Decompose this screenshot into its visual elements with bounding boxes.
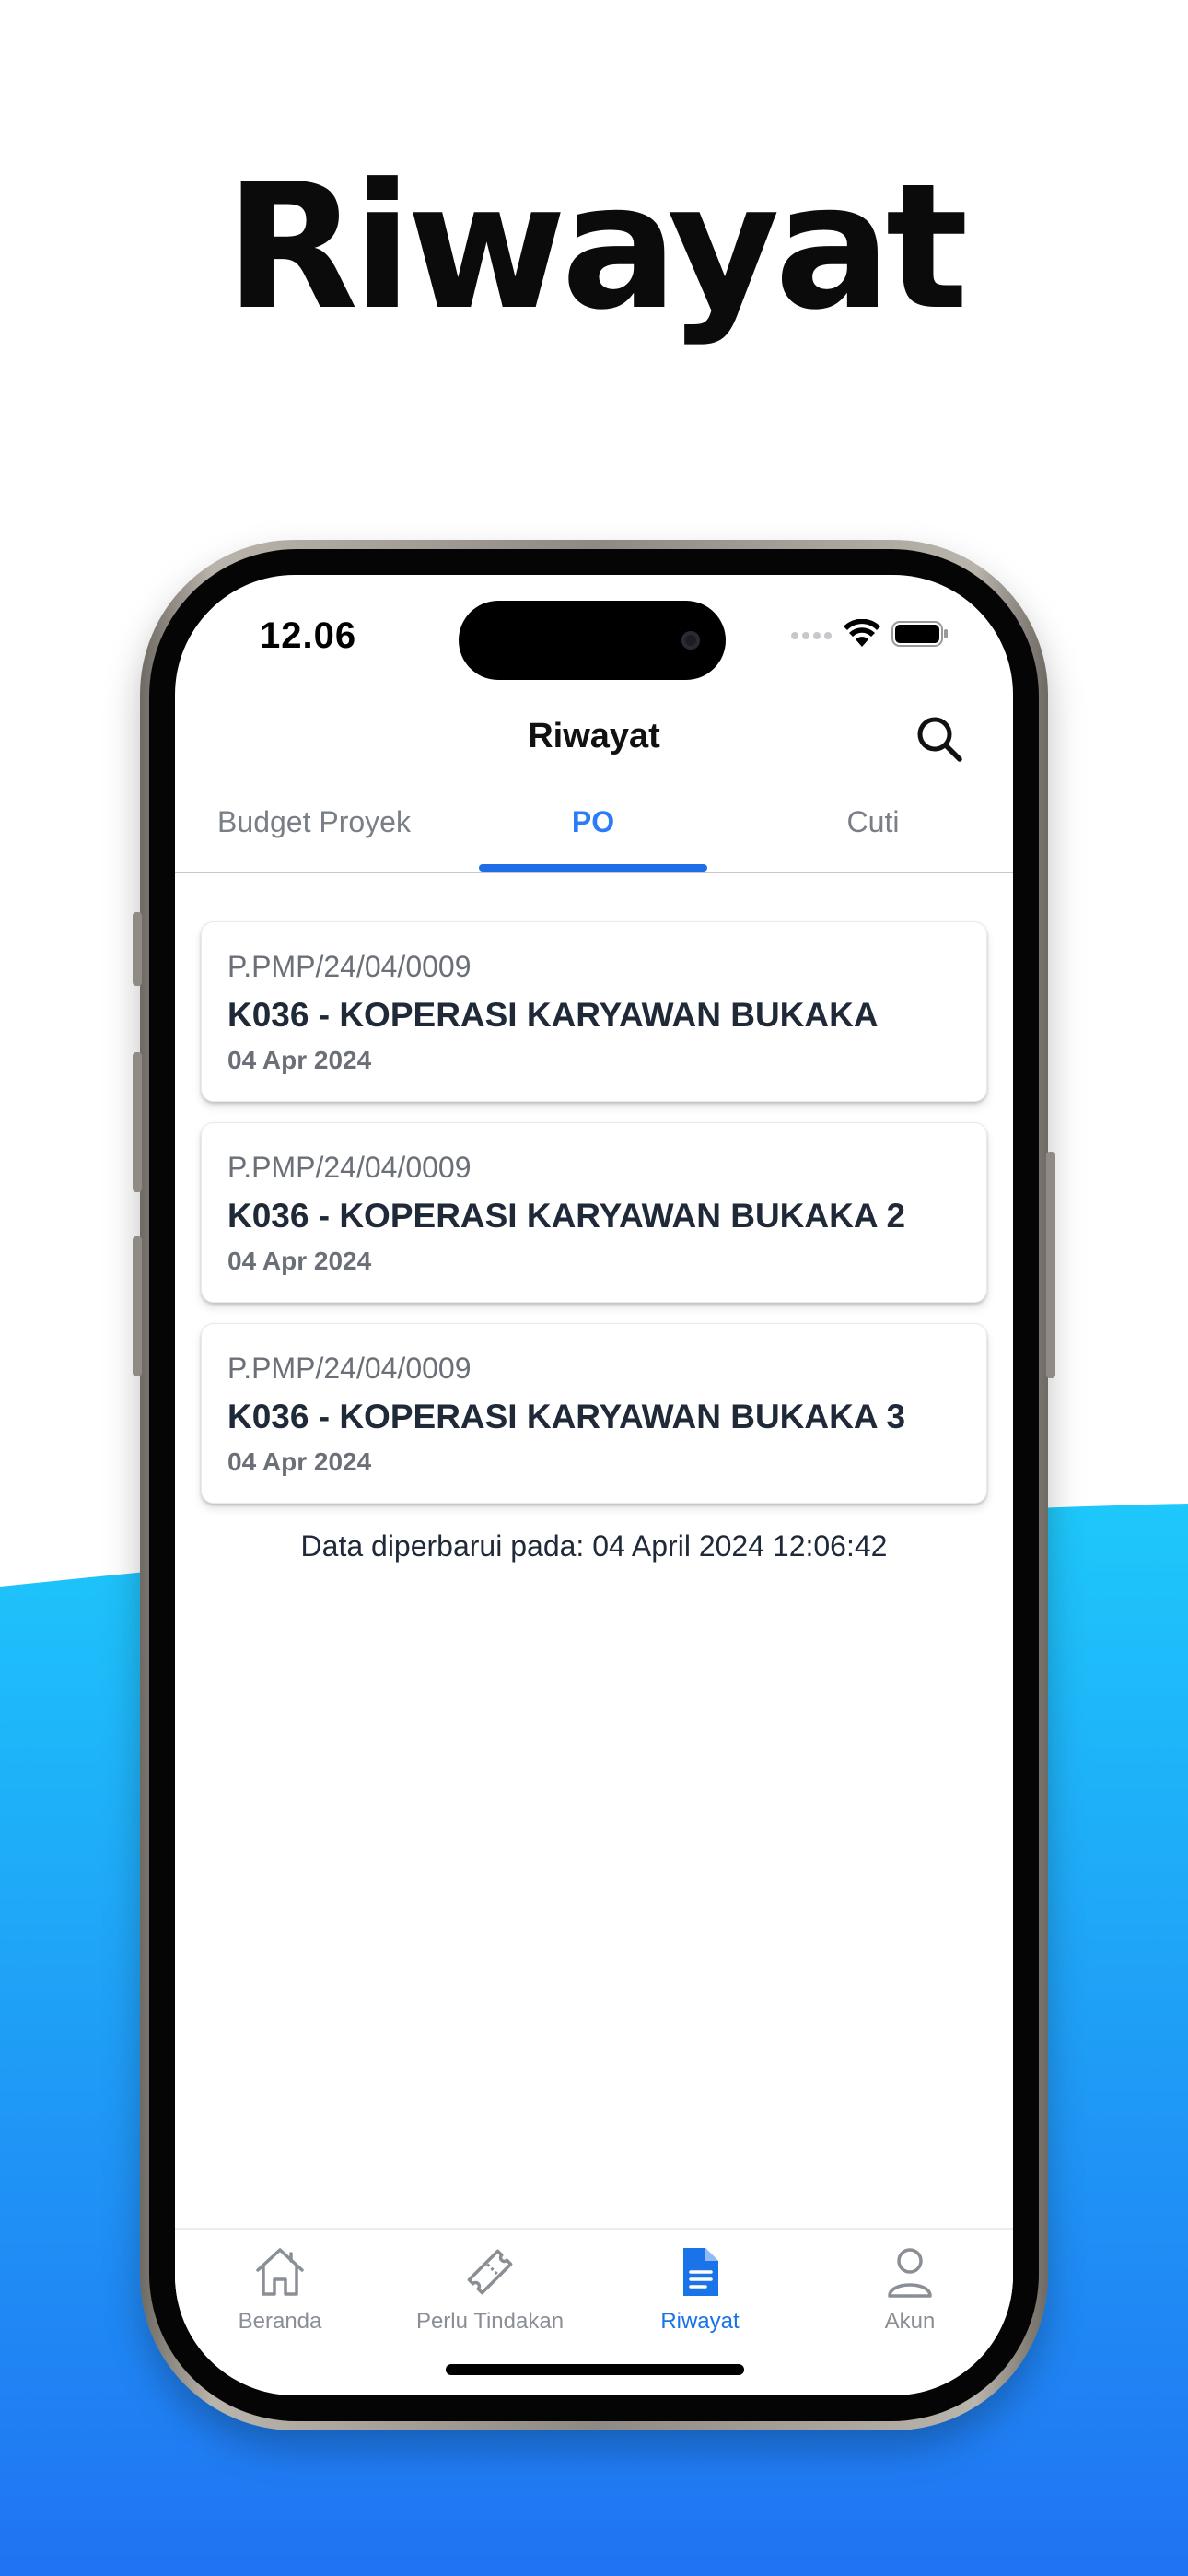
tab-po[interactable]: PO <box>453 794 733 872</box>
battery-icon <box>891 621 948 647</box>
po-date: 04 Apr 2024 <box>227 1247 372 1275</box>
search-button[interactable] <box>914 713 965 765</box>
hero-title: Riwayat <box>225 146 968 348</box>
document-icon <box>683 2248 718 2296</box>
tab-budget-proyek[interactable]: Budget Proyek <box>175 794 453 872</box>
list-item[interactable]: P.PMP/24/04/0009 K036 - KOPERASI KARYAWA… <box>201 1323 987 1504</box>
nav-label: Beranda <box>238 2309 322 2334</box>
nav-item-riwayat[interactable]: Riwayat <box>595 2242 805 2335</box>
nav-item-akun[interactable]: Akun <box>805 2242 1013 2335</box>
cellular-signal-icon <box>791 632 832 639</box>
nav-label: Akun <box>884 2309 936 2334</box>
tab-cuti[interactable]: Cuti <box>733 794 1013 872</box>
page: Riwayat 12.06 Riwayat Budget Proyek PO C… <box>0 0 1188 2576</box>
status-time: 12.06 <box>260 615 357 656</box>
po-code: P.PMP/24/04/0009 <box>227 1151 472 1184</box>
list-item[interactable]: P.PMP/24/04/0009 K036 - KOPERASI KARYAWA… <box>201 921 987 1102</box>
po-date: 04 Apr 2024 <box>227 1046 372 1074</box>
po-name: K036 - KOPERASI KARYAWAN BUKAKA 2 <box>227 1197 906 1235</box>
home-icon <box>256 2248 304 2296</box>
nav-label: Riwayat <box>660 2309 740 2334</box>
action-button <box>133 912 142 986</box>
po-name: K036 - KOPERASI KARYAWAN BUKAKA 3 <box>227 1398 906 1435</box>
ticket-icon <box>467 2249 513 2295</box>
last-updated-text: Data diperbarui pada: 04 April 2024 12:0… <box>300 1529 888 1563</box>
list-item[interactable]: P.PMP/24/04/0009 K036 - KOPERASI KARYAWA… <box>201 1122 987 1303</box>
po-code: P.PMP/24/04/0009 <box>227 1352 472 1385</box>
nav-item-beranda[interactable]: Beranda <box>175 2242 385 2335</box>
status-icons <box>790 619 949 649</box>
tab-bar: Budget Proyek PO Cuti <box>175 794 1013 873</box>
user-icon <box>888 2248 932 2298</box>
search-icon <box>917 717 962 762</box>
wifi-icon <box>844 619 880 647</box>
po-name: K036 - KOPERASI KARYAWAN BUKAKA <box>227 996 879 1034</box>
po-date: 04 Apr 2024 <box>227 1447 372 1476</box>
camera-icon <box>681 631 700 650</box>
volume-up-button <box>133 1052 142 1192</box>
app-header: Riwayat <box>175 704 1013 778</box>
active-tab-indicator <box>479 864 707 872</box>
page-title: Riwayat <box>528 717 660 755</box>
po-code: P.PMP/24/04/0009 <box>227 950 472 983</box>
nav-label: Perlu Tindakan <box>415 2309 565 2334</box>
phone-screen: 12.06 Riwayat Budget Proyek PO Cuti P.PM… <box>175 575 1013 2395</box>
home-indicator <box>446 2364 744 2375</box>
dynamic-island <box>459 601 726 680</box>
nav-item-perlu-tindakan[interactable]: Perlu Tindakan <box>385 2242 595 2335</box>
volume-down-button <box>133 1236 142 1376</box>
power-button <box>1046 1152 1055 1378</box>
